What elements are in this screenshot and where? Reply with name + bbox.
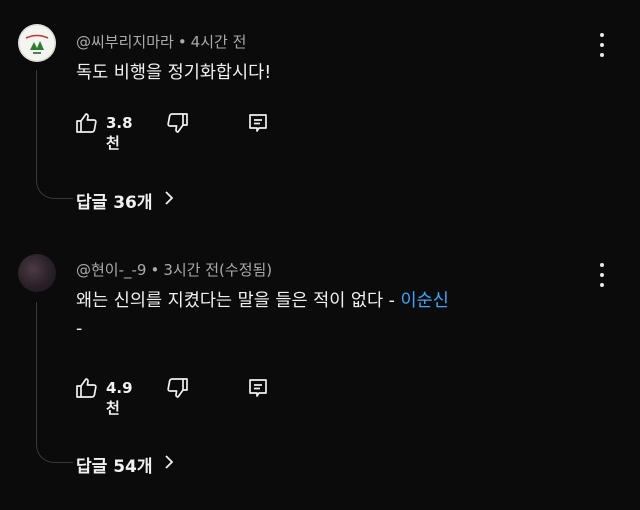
reply-button[interactable] — [246, 376, 270, 404]
meta-separator: • — [177, 33, 187, 51]
meta-separator: • — [150, 261, 160, 279]
dislike-button[interactable] — [166, 376, 190, 404]
author-name[interactable]: @현이-_-9 — [76, 261, 146, 279]
thumbs-down-icon — [166, 376, 190, 404]
reply-comment-icon — [246, 111, 270, 139]
replies-label: 답글 54개 — [76, 457, 153, 477]
comment-text: 왜는 신의를 지켰다는 말을 들은 적이 없다 - 이순신 - — [76, 287, 576, 343]
replies-label: 답글 36개 — [76, 193, 153, 213]
comment-text-main: 왜는 신의를 지켰다는 말을 들은 적이 없다 - — [76, 291, 401, 311]
chevron-right-icon — [163, 454, 175, 475]
thumbs-down-icon — [166, 111, 190, 139]
comment-text-tail: - — [76, 319, 83, 339]
like-button[interactable] — [74, 376, 98, 404]
reply-button[interactable] — [246, 111, 270, 139]
dislike-button[interactable] — [166, 111, 190, 139]
comment: @현이-_-9 • 3시간 전(수정됨) 왜는 신의를 지켰다는 말을 들은 적이 … — [0, 232, 640, 510]
more-vert-icon[interactable] — [593, 31, 611, 59]
hashtag-link[interactable]: 이순신 — [401, 291, 449, 311]
comment-meta: @현이-_-9 • 3시간 전(수정됨) — [76, 259, 272, 280]
like-count: 4.9천 — [106, 379, 133, 417]
more-vert-icon[interactable] — [593, 261, 611, 289]
reply-comment-icon — [246, 376, 270, 404]
comment-time[interactable]: 3시간 전(수정됨) — [163, 261, 272, 279]
thumbs-up-icon — [74, 111, 98, 139]
author-name[interactable]: @씨부리지마라 — [76, 33, 174, 51]
like-count: 3.8천 — [106, 114, 133, 152]
thread-line — [36, 70, 73, 199]
comment-text: 독도 비행을 정기화합시다! — [76, 63, 272, 83]
comment-meta: @씨부리지마라 • 4시간 전 — [76, 31, 246, 52]
view-replies-button[interactable]: 답글 36개 — [76, 188, 175, 213]
avatar[interactable] — [18, 24, 56, 62]
thread-line — [36, 302, 73, 463]
thumbs-up-icon — [74, 376, 98, 404]
comment: @씨부리지마라 • 4시간 전 독도 비행을 정기화합시다! 3.8천 답글 3… — [0, 0, 640, 232]
view-replies-button[interactable]: 답글 54개 — [76, 452, 175, 477]
like-button[interactable] — [74, 111, 98, 139]
avatar[interactable] — [18, 254, 56, 292]
chevron-right-icon — [163, 190, 175, 211]
comment-time[interactable]: 4시간 전 — [191, 33, 247, 51]
